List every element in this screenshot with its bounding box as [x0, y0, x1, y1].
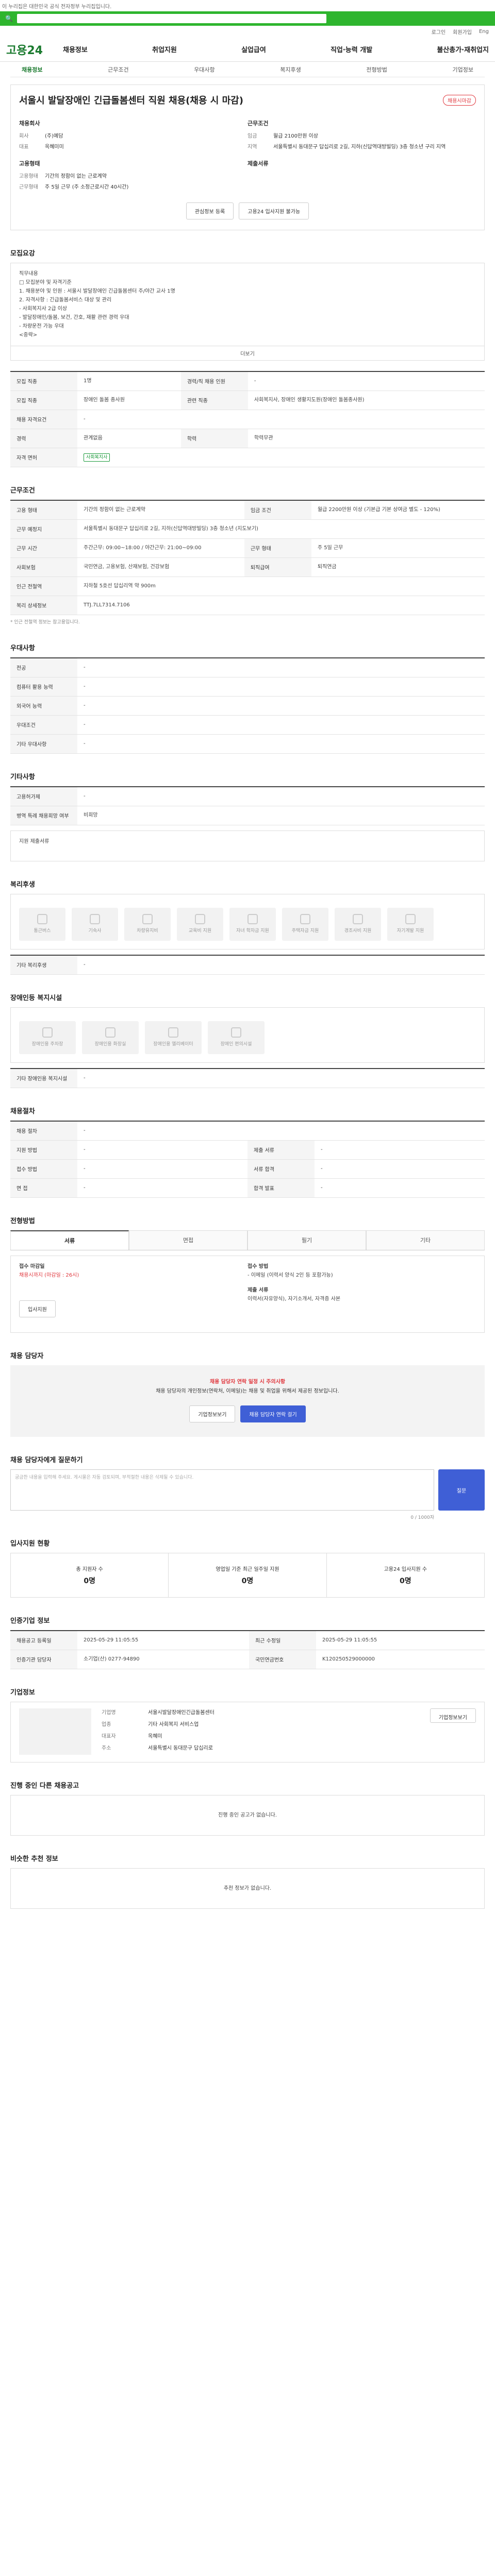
- tab[interactable]: 기업정보: [452, 65, 473, 74]
- prefer-section: 우대사항 전공 - 컴퓨터 활용 능력 - 외국어 능력 - 우대조건 - 기타 우대사…: [10, 642, 485, 754]
- welfare-item: 경조사비 지원: [335, 908, 381, 941]
- welfare-item: 교육비 지원: [177, 908, 223, 941]
- question-submit-button[interactable]: 질문: [438, 1469, 485, 1511]
- company-info-button[interactable]: 기업정보보기: [430, 1708, 476, 1723]
- welfare-item: 자녀 학자금 지원: [229, 908, 276, 941]
- util-join[interactable]: 회원가입: [453, 28, 472, 36]
- work-table: 고용 형태 기간의 정함이 없는 근로계약 임금 조건 월급 2200만원 이상 (기…: [10, 500, 485, 616]
- util-lang[interactable]: Eng: [479, 29, 489, 35]
- deadline-badge: 채용시마감: [443, 94, 476, 106]
- gov-notice: 이 누리집은 대한민국 공식 전자정부 누리집입니다.: [0, 0, 495, 11]
- education-icon: [195, 913, 205, 924]
- question-input[interactable]: 궁금한 내용을 입력해 주세요. 게시물은 자동 검토되며, 부적절한 내용은 …: [10, 1469, 434, 1511]
- welfare-item: 주택자금 지원: [282, 908, 328, 941]
- dorm-icon: [90, 913, 100, 924]
- selection-section: 채용절차 채용 절차 - 지원 방법 - 제출 서류 - 접수 방법 - 서류 합격 - 면 …: [10, 1106, 485, 1198]
- welfare-item: 통근버스: [19, 908, 65, 941]
- facility-item: 장애인 편의시설: [208, 1021, 265, 1055]
- disabled-section: 장애인등 복지시설 장애인용 주차장 장애인용 화장실 장애인용 엘리베이터 장…: [10, 992, 485, 1089]
- job-title: 서울시 발달장애인 긴급돌봄센터 직원 채용(채용 시 마감): [19, 95, 243, 106]
- nav-item[interactable]: 취업지원: [152, 44, 177, 54]
- method-tab[interactable]: 기타: [366, 1230, 485, 1250]
- company-logo: [19, 1708, 91, 1755]
- util-login[interactable]: 로그인: [432, 28, 446, 36]
- search-bar: 🔍: [0, 11, 495, 26]
- toilet-icon: [105, 1027, 116, 1038]
- method-tab[interactable]: 서류: [10, 1230, 129, 1250]
- nav-item[interactable]: 실업급여: [241, 44, 266, 54]
- tab[interactable]: 근무조건: [108, 65, 128, 74]
- nearby-section: 비슷한 추천 정보 추천 정보가 없습니다.: [10, 1853, 485, 1909]
- nav-item[interactable]: 직업·능력 개발: [331, 44, 372, 54]
- elevator-icon: [168, 1027, 178, 1038]
- others-section: 진행 중인 다른 채용공고 진행 중인 공고가 없습니다.: [10, 1780, 485, 1836]
- recruit-section: 모집요강 직무내용 □ 모집분야 및 자격기준 1. 채용분야 및 인원 : 서울시…: [10, 248, 485, 468]
- method-tab[interactable]: 필기: [248, 1230, 366, 1250]
- info-section: 인증기업 정보 채용공고 등록일 2025-05-29 11:05:55 최근 수정…: [10, 1615, 485, 1670]
- util-menu: 로그인 회원가입 Eng: [0, 26, 495, 37]
- method-section: 전형방법 서류 면접 필기 기타 접수 마감일 채용시까지 (마감일 : 26시)…: [10, 1215, 485, 1333]
- scholarship-icon: [248, 913, 258, 924]
- nav-item[interactable]: 채용정보: [63, 44, 88, 54]
- apply-unavailable-button[interactable]: 고용24 입사지원 불가능: [239, 202, 309, 219]
- main-nav: 고용24 채용정보 취업지원 실업급여 직업·능력 개발 불산총가·재취업지: [0, 37, 495, 62]
- head-label: 근무조건: [248, 120, 269, 127]
- contact-section: 채용 담당자 채용 담당자 연락 일정 시 주의사항 채용 담당자의 개인정보(…: [10, 1350, 485, 1437]
- status-section: 입사지원 현황 총 지원자 수 0명 영업일 기준 최근 일주일 지원 0명 고용2…: [10, 1538, 485, 1598]
- car-icon: [142, 913, 153, 924]
- search-input[interactable]: [16, 14, 326, 23]
- welfare-item: 기숙사: [72, 908, 118, 941]
- logo[interactable]: 고용24: [6, 41, 63, 58]
- head-label: 제출서류: [248, 160, 269, 167]
- recruit-text: 직무내용 □ 모집분야 및 자격기준 1. 채용분야 및 인원 : 서울시 발달장애…: [10, 263, 485, 346]
- job-header: 서울시 발달장애인 긴급돌봄센터 직원 채용(채용 시 마감) 채용시마감 채용회…: [10, 84, 485, 230]
- more-button[interactable]: 더보기: [10, 346, 485, 361]
- work-section: 근무조건 고용 형태 기간의 정함이 없는 근로계약 임금 조건 월급 2200만원 …: [10, 485, 485, 625]
- head-label: 채용회사: [19, 120, 40, 127]
- apply-button[interactable]: 입사지원: [19, 1300, 56, 1318]
- note: * 인근 전철역 정보는 참고용입니다.: [10, 620, 80, 625]
- company-section: 기업정보 기업명 서울시발달장애인긴급돌봄센터 업종 기타 사회복지 서비스업 대표…: [10, 1687, 485, 1763]
- parking-icon: [42, 1027, 53, 1038]
- welfare-section: 복리후생 통근버스 기숙사 차량유지비 교육비 지원 자녀 학자금 지원 주택자…: [10, 879, 485, 975]
- welfare-item: 자기계발 지원: [387, 908, 434, 941]
- nav-item[interactable]: 불산총가·재취업지: [437, 44, 489, 54]
- save-interest-button[interactable]: 관심정보 등록: [186, 202, 234, 219]
- tab[interactable]: 우대사항: [194, 65, 214, 74]
- gift-icon: [353, 913, 363, 924]
- search-icon: 🔍: [5, 15, 13, 22]
- tab[interactable]: 채용정보: [22, 65, 42, 74]
- head-label: 고용형태: [19, 160, 40, 167]
- documents-box: 지원 제출서류: [10, 831, 485, 862]
- book-icon: [405, 913, 416, 924]
- welfare-item: 차량유지비: [124, 908, 171, 941]
- facility-item: 장애인용 화장실: [82, 1021, 139, 1055]
- tab[interactable]: 복지후생: [280, 65, 301, 74]
- etc-section: 기타사항 고용허가제 - 병역 특례 채용희망 여부 비희망 지원 제출서류: [10, 771, 485, 862]
- facility-item: 장애인용 주차장: [19, 1021, 76, 1055]
- qna-section: 채용 담당자에게 질문하기 궁금한 내용을 입력해 주세요. 게시물은 자동 검…: [10, 1454, 485, 1520]
- company-info-button[interactable]: 기업정보보기: [189, 1405, 236, 1423]
- house-icon: [300, 913, 310, 924]
- bus-icon: [37, 913, 47, 924]
- contact-button[interactable]: 채용 담당자 연락 걸기: [240, 1405, 306, 1423]
- recruit-table: 모집 직종 1명 경력/직 채용 인원 - 모집 직종 장애인 돌봄 종사원 관련 직종 사…: [10, 371, 485, 468]
- ramp-icon: [231, 1027, 241, 1038]
- facility-item: 장애인용 엘리베이터: [145, 1021, 202, 1055]
- method-tab[interactable]: 면접: [129, 1230, 248, 1250]
- tab[interactable]: 전형방법: [366, 65, 387, 74]
- section-tabs: 채용정보 근무조건 우대사항 복지후생 전형방법 기업정보: [10, 62, 485, 77]
